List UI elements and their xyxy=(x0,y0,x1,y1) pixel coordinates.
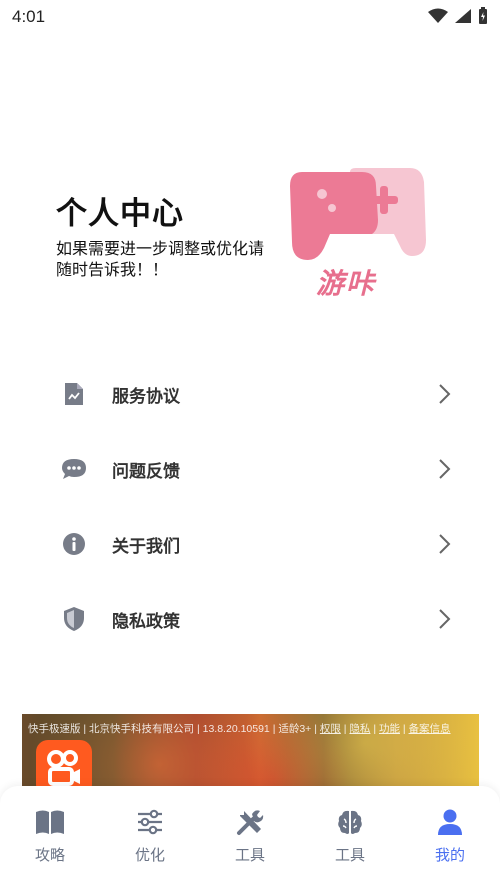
ad-link-privacy[interactable]: 隐私 xyxy=(349,723,370,735)
menu-item-label: 问题反馈 xyxy=(112,461,180,482)
status-icons xyxy=(428,7,488,29)
signal-icon xyxy=(454,8,472,28)
chevron-right-icon xyxy=(432,607,456,631)
ad-banner[interactable]: 快手极速版 | 北京快手科技有限公司 | 13.8.20.10591 | 适龄3… xyxy=(22,714,479,786)
ad-link-permissions[interactable]: 权限 xyxy=(320,723,341,735)
menu-item-label: 服务协议 xyxy=(112,386,180,407)
tab-label: 优化 xyxy=(134,846,165,864)
status-time: 4:01 xyxy=(12,7,46,26)
tab-label: 工具 xyxy=(234,846,265,864)
page-subtitle: 如果需要进一步调整或优化请随时告诉我！！ xyxy=(56,239,265,279)
chat-bubble-icon xyxy=(60,455,88,483)
menu-item-privacy-policy[interactable]: 隐私政策 xyxy=(60,589,460,649)
shield-icon xyxy=(60,605,88,633)
battery-icon xyxy=(478,7,488,29)
chevron-right-icon xyxy=(432,532,456,556)
tab-tools-ai[interactable]: 工具 xyxy=(300,806,400,870)
brain-icon xyxy=(334,806,366,838)
tab-label: 攻略 xyxy=(34,846,65,864)
bottom-tab-bar: 攻略 优化 工具 工具 我的 xyxy=(0,786,500,889)
sliders-icon xyxy=(134,806,166,838)
tab-optimize[interactable]: 优化 xyxy=(100,806,200,870)
info-icon xyxy=(60,530,88,558)
tab-mine[interactable]: 我的 xyxy=(400,806,500,870)
menu-item-feedback[interactable]: 问题反馈 xyxy=(60,439,460,499)
page-title: 个人中心 xyxy=(56,196,184,232)
document-icon xyxy=(60,380,88,408)
book-icon xyxy=(34,806,66,838)
menu-item-label: 隐私政策 xyxy=(112,611,180,632)
ad-caption-text: 快手极速版 | 北京快手科技有限公司 | 13.8.20.10591 | 适龄3… xyxy=(28,723,320,735)
ad-link-features[interactable]: 功能 xyxy=(379,723,400,735)
ad-link-filing-info[interactable]: 备案信息 xyxy=(409,723,451,735)
wifi-icon xyxy=(428,8,448,28)
tab-label: 工具 xyxy=(334,846,365,864)
tools-icon xyxy=(234,806,266,838)
tab-guides[interactable]: 攻略 xyxy=(0,806,100,870)
kuaishou-logo-icon xyxy=(36,740,92,786)
logo-text: 游咔 xyxy=(316,267,377,300)
status-bar: 4:01 xyxy=(0,0,500,34)
chevron-right-icon xyxy=(432,382,456,406)
user-icon xyxy=(434,806,466,838)
ad-caption: 快手极速版 | 北京快手科技有限公司 | 13.8.20.10591 | 适龄3… xyxy=(28,723,451,735)
tab-label: 我的 xyxy=(434,846,465,864)
menu-item-label: 关于我们 xyxy=(112,536,180,557)
menu-item-service-agreement[interactable]: 服务协议 xyxy=(60,364,460,424)
menu-item-about-us[interactable]: 关于我们 xyxy=(60,514,460,574)
chevron-right-icon xyxy=(432,457,456,481)
tab-tools[interactable]: 工具 xyxy=(200,806,300,870)
